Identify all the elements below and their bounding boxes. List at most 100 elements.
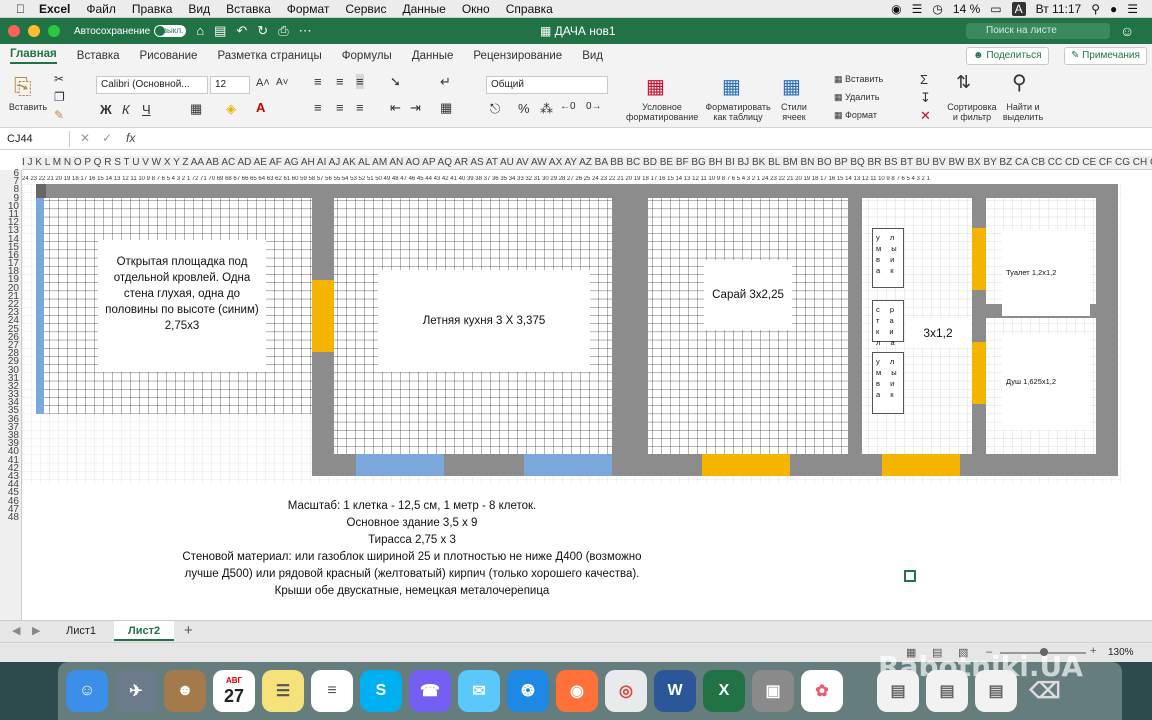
number-format-select[interactable]: Общий <box>486 76 608 94</box>
spotlight-icon[interactable]: ⚲ <box>1091 2 1100 16</box>
autosave-toggle[interactable]: выкл. <box>154 25 187 37</box>
row-headers[interactable]: 6 7 8 9 10 11 12 13 14 15 16 17 18 19 20 21 22 23 24 25 26 27… <box>0 168 22 620</box>
increase-decimal-icon[interactable]: ←0 <box>560 101 576 112</box>
menu-file[interactable]: Файл <box>86 2 116 16</box>
menu-help[interactable]: Справка <box>506 2 553 16</box>
documents-2-icon[interactable]: ▤ <box>926 670 968 712</box>
copy-icon[interactable]: ❐ <box>54 90 65 104</box>
menu-window[interactable]: Окно <box>462 2 490 16</box>
cond-format-label-1[interactable]: Условное <box>626 102 698 112</box>
align-top-icon[interactable]: ≡ <box>314 74 322 89</box>
decrease-decimal-icon[interactable]: 0→ <box>586 101 602 112</box>
tab-review[interactable]: Рецензирование <box>473 50 562 62</box>
skype-status-icon[interactable]: ◉ <box>891 2 901 16</box>
zoom-window-icon[interactable] <box>48 25 60 37</box>
format-table-label-1[interactable]: Форматировать <box>702 102 774 112</box>
sheet-tab-2[interactable]: Лист2 <box>114 621 175 641</box>
contacts-icon[interactable]: ☻ <box>164 670 206 712</box>
input-language[interactable]: A <box>1011 1 1026 16</box>
documents-icon[interactable]: ▤ <box>877 670 919 712</box>
wrap-text-icon[interactable]: ↵ <box>440 74 451 90</box>
styles-label-1[interactable]: Стили <box>774 102 814 112</box>
viber-icon[interactable]: ☎ <box>409 670 451 712</box>
sort-label-1[interactable]: Сортировка <box>944 102 1000 112</box>
menu-edit[interactable]: Правка <box>132 2 173 16</box>
close-window-icon[interactable] <box>8 25 20 37</box>
finder-icon[interactable]: ☺ <box>66 670 108 712</box>
zoom-in-icon[interactable]: + <box>1090 645 1096 657</box>
format-as-table-icon[interactable]: ▦ <box>722 74 741 99</box>
prev-sheet-icon[interactable]: ◀ <box>12 624 20 637</box>
percent-button[interactable]: % <box>518 101 530 116</box>
safari-icon[interactable]: ❂ <box>507 670 549 712</box>
word-icon[interactable]: W <box>654 670 696 712</box>
paste-button[interactable]: Вставить <box>6 102 50 112</box>
preview-icon[interactable]: ▣ <box>752 670 794 712</box>
selected-cell[interactable] <box>904 570 916 582</box>
increase-indent-icon[interactable]: ⇥ <box>410 100 421 116</box>
sort-label-2[interactable]: и фильтр <box>944 112 1000 122</box>
currency-icon[interactable]: ⎋ <box>490 101 500 117</box>
column-headers[interactable]: I J K L M N O P Q R S T U V W X Y Z AA A… <box>22 156 1152 170</box>
tab-view[interactable]: Вид <box>582 50 603 62</box>
font-color-icon[interactable]: A <box>256 100 265 115</box>
home-icon[interactable]: ⌂ <box>196 23 204 39</box>
sort-filter-icon[interactable]: ⇅ <box>956 72 971 93</box>
decrease-indent-icon[interactable]: ⇤ <box>390 100 401 116</box>
reminders-icon[interactable]: ≡ <box>311 670 353 712</box>
italic-button[interactable]: К <box>122 102 130 117</box>
wifi-icon[interactable]: ☰ <box>912 2 923 16</box>
confirm-icon[interactable]: ✓ <box>102 131 112 145</box>
align-middle-icon[interactable]: ≡ <box>336 74 344 89</box>
cancel-icon[interactable]: ✕ <box>80 131 90 145</box>
menu-view[interactable]: Вид <box>188 2 210 16</box>
insert-cells-button[interactable]: ▦ Вставить <box>834 74 894 84</box>
add-sheet-icon[interactable]: + <box>184 622 193 639</box>
format-table-label-2[interactable]: как таблицу <box>702 112 774 122</box>
menu-app-name[interactable]: Excel <box>39 2 70 16</box>
font-size-select[interactable]: 12 <box>210 76 250 94</box>
excel-icon[interactable]: X <box>703 670 745 712</box>
sheet-search-input[interactable]: Поиск на листе <box>966 23 1110 39</box>
cond-format-label-2[interactable]: форматирование <box>626 112 698 122</box>
battery-icon[interactable]: ▭ <box>990 2 1001 16</box>
tab-page-layout[interactable]: Разметка страницы <box>217 50 321 62</box>
find-label-2[interactable]: выделить <box>998 112 1048 122</box>
align-center-icon[interactable]: ≡ <box>336 100 344 115</box>
firefox-icon[interactable]: ◉ <box>556 670 598 712</box>
trash-icon[interactable]: ⌫ <box>1024 670 1066 712</box>
redo-icon[interactable]: ↻ <box>257 23 268 39</box>
battery-percent[interactable]: 14 % <box>953 2 980 16</box>
tab-insert[interactable]: Вставка <box>77 50 120 62</box>
clipboard-icon[interactable]: ⎘ <box>14 74 32 100</box>
clock[interactable]: Вт 11:17 <box>1036 2 1082 16</box>
align-bottom-icon[interactable]: ≡ <box>356 74 364 89</box>
tab-draw[interactable]: Рисование <box>140 50 198 62</box>
worksheet-grid[interactable]: I J K L M N O P Q R S T U V W X Y Z AA A… <box>0 150 1152 620</box>
autosum-icon[interactable]: Σ <box>920 72 928 87</box>
cut-icon[interactable]: ✂ <box>54 72 64 86</box>
tab-home[interactable]: Главная <box>10 48 57 64</box>
row-header[interactable]: 48 <box>0 512 21 522</box>
notes-icon[interactable]: ☰ <box>262 670 304 712</box>
orientation-icon[interactable]: ➘ <box>390 74 401 90</box>
skype-icon[interactable]: S <box>360 670 402 712</box>
qa-more-icon[interactable]: ⋯ <box>299 23 312 39</box>
grow-font-icon[interactable]: A˄ <box>256 77 270 89</box>
fill-icon[interactable]: ↧ <box>920 90 931 106</box>
formula-input[interactable] <box>148 131 1138 147</box>
user-icon[interactable]: ● <box>1110 2 1117 16</box>
save-icon[interactable]: ▤ <box>214 23 226 39</box>
calendar-icon[interactable]: АВГ 27 <box>213 670 255 712</box>
find-select-icon[interactable]: ⚲ <box>1012 70 1027 95</box>
menu-tools[interactable]: Сервис <box>345 2 386 16</box>
comma-style-icon[interactable]: ⁂ <box>540 101 553 117</box>
share-button[interactable]: ☻ Поделиться <box>966 47 1049 65</box>
format-painter-icon[interactable]: ✎ <box>54 108 64 122</box>
delete-cells-button[interactable]: ▦ Удалить <box>834 92 894 102</box>
next-sheet-icon[interactable]: ▶ <box>32 624 40 637</box>
menu-format[interactable]: Формат <box>287 2 330 16</box>
print-icon[interactable]: ⎙ <box>278 23 288 39</box>
align-right-icon[interactable]: ≡ <box>356 100 364 115</box>
find-label-1[interactable]: Найти и <box>998 102 1048 112</box>
